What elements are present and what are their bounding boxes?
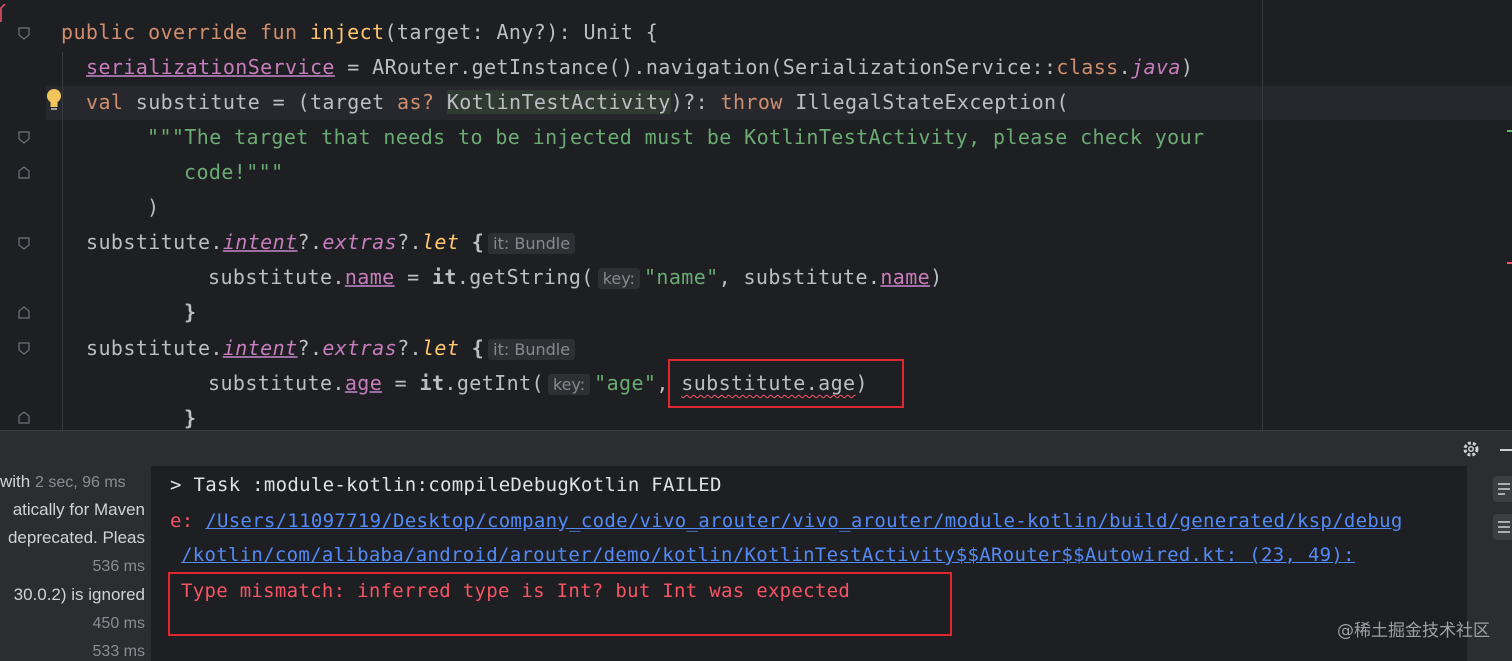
code-line-6: ) [147,195,160,219]
error-highlight-box [668,359,904,408]
code-editor[interactable]: public override fun inject(target: Any?)… [0,0,1512,430]
build-row-duration: 536 ms [92,558,145,575]
build-row[interactable]: 30.0.2) is ignored [14,585,145,605]
fold-icon[interactable] [18,342,30,355]
error-path-line-2: /kotlin/com/alibaba/android/arouter/demo… [181,544,1355,566]
fold-icon[interactable] [18,27,30,40]
code-line-4: """The target that needs to be injected … [147,125,1205,149]
code-line-1: public override fun inject(target: Any?)… [61,20,659,44]
scrollbar-marker [1507,130,1512,132]
code-line-7: substitute.intent?.extras?.let {it: Bund… [86,225,579,260]
code-line-3: val substitute = (target as? KotlinTestA… [86,90,1069,114]
task-line: > Task :module-kotlin:compileDebugKotlin… [170,474,722,496]
fold-icon[interactable] [18,306,30,319]
build-row-duration: 450 ms [92,615,145,632]
error-file-link[interactable]: /Users/11097719/Desktop/company_code/viv… [205,510,1402,532]
build-row[interactable]: deprecated. Pleas [8,528,145,548]
code-line-2: serializationService = ARouter.getInstan… [86,55,1194,79]
tool-window-header [0,430,1512,467]
right-margin-guide [1262,0,1263,430]
bulb-icon[interactable] [45,88,63,112]
fold-icon[interactable] [18,411,30,424]
build-row[interactable]: with 2 sec, 96 ms [0,472,126,492]
inlay-hint: it: Bundle [488,339,576,360]
inlay-hint: key: [597,268,640,289]
scroll-end-icon [1498,521,1510,533]
build-tree-pane[interactable]: with 2 sec, 96 ms atically for Maven dep… [0,466,151,661]
build-row[interactable]: atically for Maven [13,500,145,520]
minimize-icon[interactable] [1500,449,1512,451]
code-line-8: substitute.name = it.getString(key: "name… [208,265,943,289]
inlay-hint: it: Bundle [488,233,576,254]
error-file-link[interactable]: /kotlin/com/alibaba/android/arouter/demo… [181,544,1355,566]
scroll-to-end-button[interactable] [1493,514,1512,540]
soft-wrap-button[interactable] [1493,476,1512,502]
code-line-9: } [184,300,197,324]
arrow-up-icon [0,4,6,22]
error-highlight-box [168,572,952,636]
code-line-12: } [184,406,197,430]
editor-gutter [0,0,46,430]
scrollbar-marker [1507,262,1512,264]
fold-icon[interactable] [18,166,30,179]
wrap-icon [1498,483,1510,495]
build-output-console[interactable]: > Task :module-kotlin:compileDebugKotlin… [151,466,1467,661]
fold-icon[interactable] [18,237,30,250]
fold-icon[interactable] [18,131,30,144]
watermark: @稀土掘金技术社区 [1337,621,1490,641]
code-line-10: substitute.intent?.extras?.let {it: Bund… [86,331,579,366]
build-row-duration: 533 ms [92,643,145,660]
inlay-hint: key: [547,374,591,395]
gear-icon[interactable] [1461,439,1481,459]
code-line-5: code!""" [184,160,284,184]
error-path-line-1: e: /Users/11097719/Desktop/company_code/… [170,510,1403,532]
